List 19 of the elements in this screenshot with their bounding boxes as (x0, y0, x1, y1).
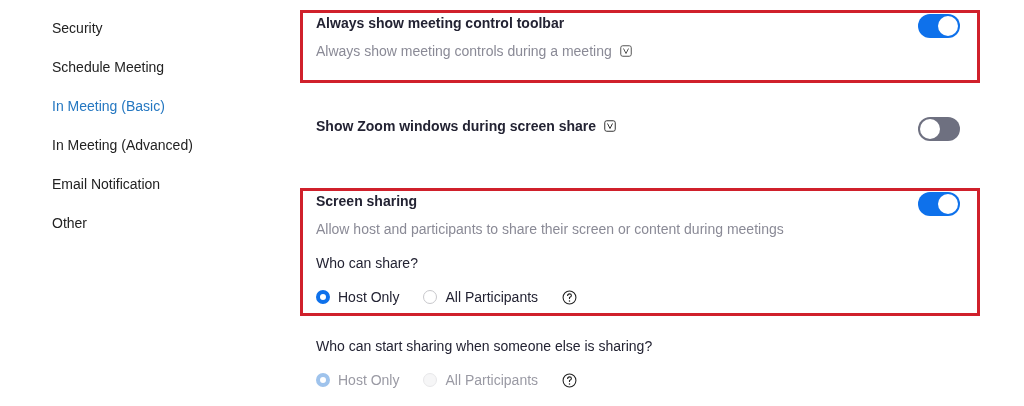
help-icon[interactable] (562, 289, 578, 305)
question-label: Who can start sharing when someone else is sharing? (316, 337, 654, 356)
sidebar-item[interactable]: Security (52, 18, 300, 57)
toggle-switch[interactable] (918, 14, 960, 38)
radio-option[interactable]: Host Only (316, 289, 400, 305)
sidebar-item[interactable]: In Meeting (Advanced) (52, 135, 300, 174)
setting-description: Always show meeting controls during a meeting (316, 42, 612, 61)
setting-title: Show Zoom windows during screen share (316, 118, 597, 134)
setting-title: Always show meeting control toolbar (316, 15, 565, 31)
question-label: Who can share? (316, 254, 419, 273)
setting-title: Screen sharing (316, 193, 418, 209)
sidebar-item[interactable]: In Meeting (Basic) (52, 96, 300, 135)
setting-description: Allow host and participants to share their screen or content during meetings (316, 220, 784, 239)
sidebar-item[interactable]: Other (52, 213, 300, 252)
radio-option[interactable]: All Participants (423, 289, 539, 305)
toggle-switch[interactable] (918, 117, 960, 141)
sidebar-item[interactable]: Schedule Meeting (52, 57, 300, 96)
sidebar-item[interactable]: Email Notification (52, 174, 300, 213)
toggle-switch[interactable] (918, 192, 960, 216)
